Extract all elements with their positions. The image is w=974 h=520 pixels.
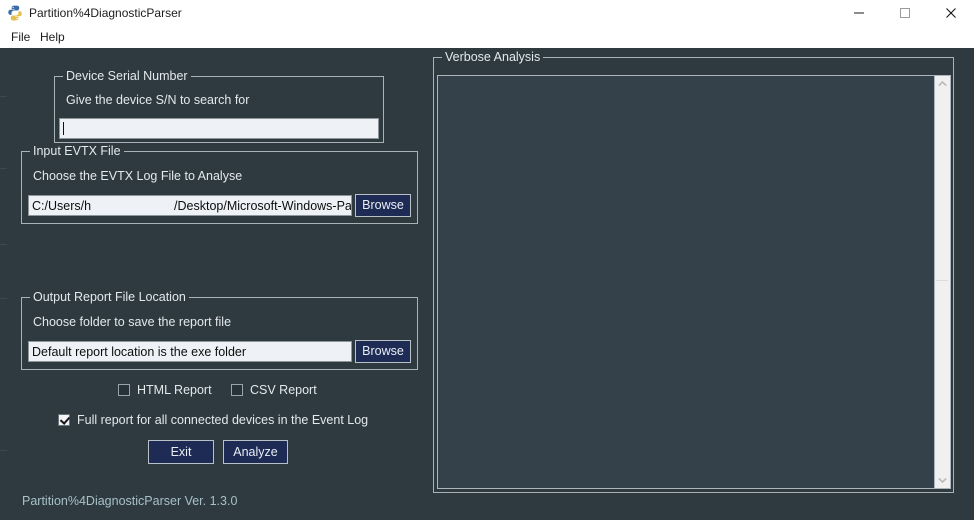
client-area: Device Serial Number Give the device S/N…	[0, 48, 974, 520]
verbose-analysis-textarea[interactable]	[437, 75, 951, 489]
menu-item-help[interactable]: Help	[35, 28, 70, 46]
group-title-device-serial: Device Serial Number	[63, 69, 191, 83]
csv-report-label: CSV Report	[250, 383, 317, 397]
html-report-checkbox[interactable]: HTML Report	[118, 383, 212, 397]
checkbox-box-csv-report	[231, 384, 243, 396]
edge-artifact	[0, 298, 7, 299]
window-title: Partition%4DiagnosticParser	[29, 6, 182, 20]
full-report-checkbox[interactable]: Full report for all connected devices in…	[58, 413, 368, 427]
version-status-text: Partition%4DiagnosticParser Ver. 1.3.0	[22, 494, 238, 508]
device-serial-number-group: Device Serial Number Give the device S/N…	[54, 69, 384, 143]
output-path-input[interactable]: Default report location is the exe folde…	[28, 341, 352, 362]
output-report-hint: Choose folder to save the report file	[33, 315, 232, 329]
html-report-label: HTML Report	[137, 383, 212, 397]
csv-report-checkbox[interactable]: CSV Report	[231, 383, 317, 397]
input-evtx-file-group: Input EVTX File Choose the EVTX Log File…	[21, 144, 418, 224]
checkbox-box-html-report	[118, 384, 130, 396]
menu-item-file[interactable]: File	[6, 28, 35, 46]
maximize-icon	[900, 8, 910, 18]
group-title-verbose-analysis: Verbose Analysis	[442, 50, 544, 64]
title-bar: Partition%4DiagnosticParser	[0, 0, 974, 26]
minimize-button[interactable]	[836, 0, 882, 26]
scrollbar-thumb[interactable]	[936, 280, 948, 281]
text-caret	[63, 122, 64, 135]
input-evtx-hint: Choose the EVTX Log File to Analyse	[33, 169, 243, 183]
output-report-location-group: Output Report File Location Choose folde…	[21, 290, 418, 370]
output-browse-button[interactable]: Browse	[355, 340, 411, 363]
close-button[interactable]	[928, 0, 974, 26]
application-window: Partition%4DiagnosticParser File Help De…	[0, 0, 974, 520]
scroll-up-button[interactable]	[935, 76, 950, 92]
menu-bar: File Help	[0, 26, 974, 48]
group-title-input-evtx: Input EVTX File	[30, 144, 124, 158]
edge-artifact	[0, 244, 7, 245]
chevron-down-icon	[938, 477, 947, 483]
evtx-path-prefix: C:/Users/h	[32, 199, 92, 213]
device-serial-input[interactable]	[59, 118, 379, 139]
scroll-down-button[interactable]	[935, 472, 950, 488]
chevron-up-icon	[938, 81, 947, 87]
full-report-label: Full report for all connected devices in…	[77, 413, 369, 427]
checkbox-box-full-report	[58, 414, 70, 426]
close-icon	[946, 8, 956, 18]
edge-artifact	[0, 168, 7, 169]
verbose-analysis-group: Verbose Analysis	[433, 50, 954, 493]
edge-artifact	[0, 450, 7, 451]
python-logo-icon	[7, 5, 23, 21]
group-title-output-report: Output Report File Location	[30, 290, 189, 304]
verbose-analysis-scrollbar[interactable]	[934, 76, 950, 488]
minimize-icon	[854, 12, 864, 14]
device-serial-hint: Give the device S/N to search for	[66, 93, 250, 107]
evtx-path-suffix: /Desktop/Microsoft-Windows-Partitio	[174, 199, 352, 213]
evtx-path-input[interactable]: C:/Users/h/Desktop/Microsoft-Windows-Par…	[28, 195, 352, 216]
evtx-browse-button[interactable]: Browse	[355, 194, 411, 217]
edge-artifact	[0, 96, 7, 97]
maximize-button[interactable]	[882, 0, 928, 26]
exit-button[interactable]: Exit	[148, 440, 214, 464]
analyze-button[interactable]: Analyze	[223, 440, 288, 464]
